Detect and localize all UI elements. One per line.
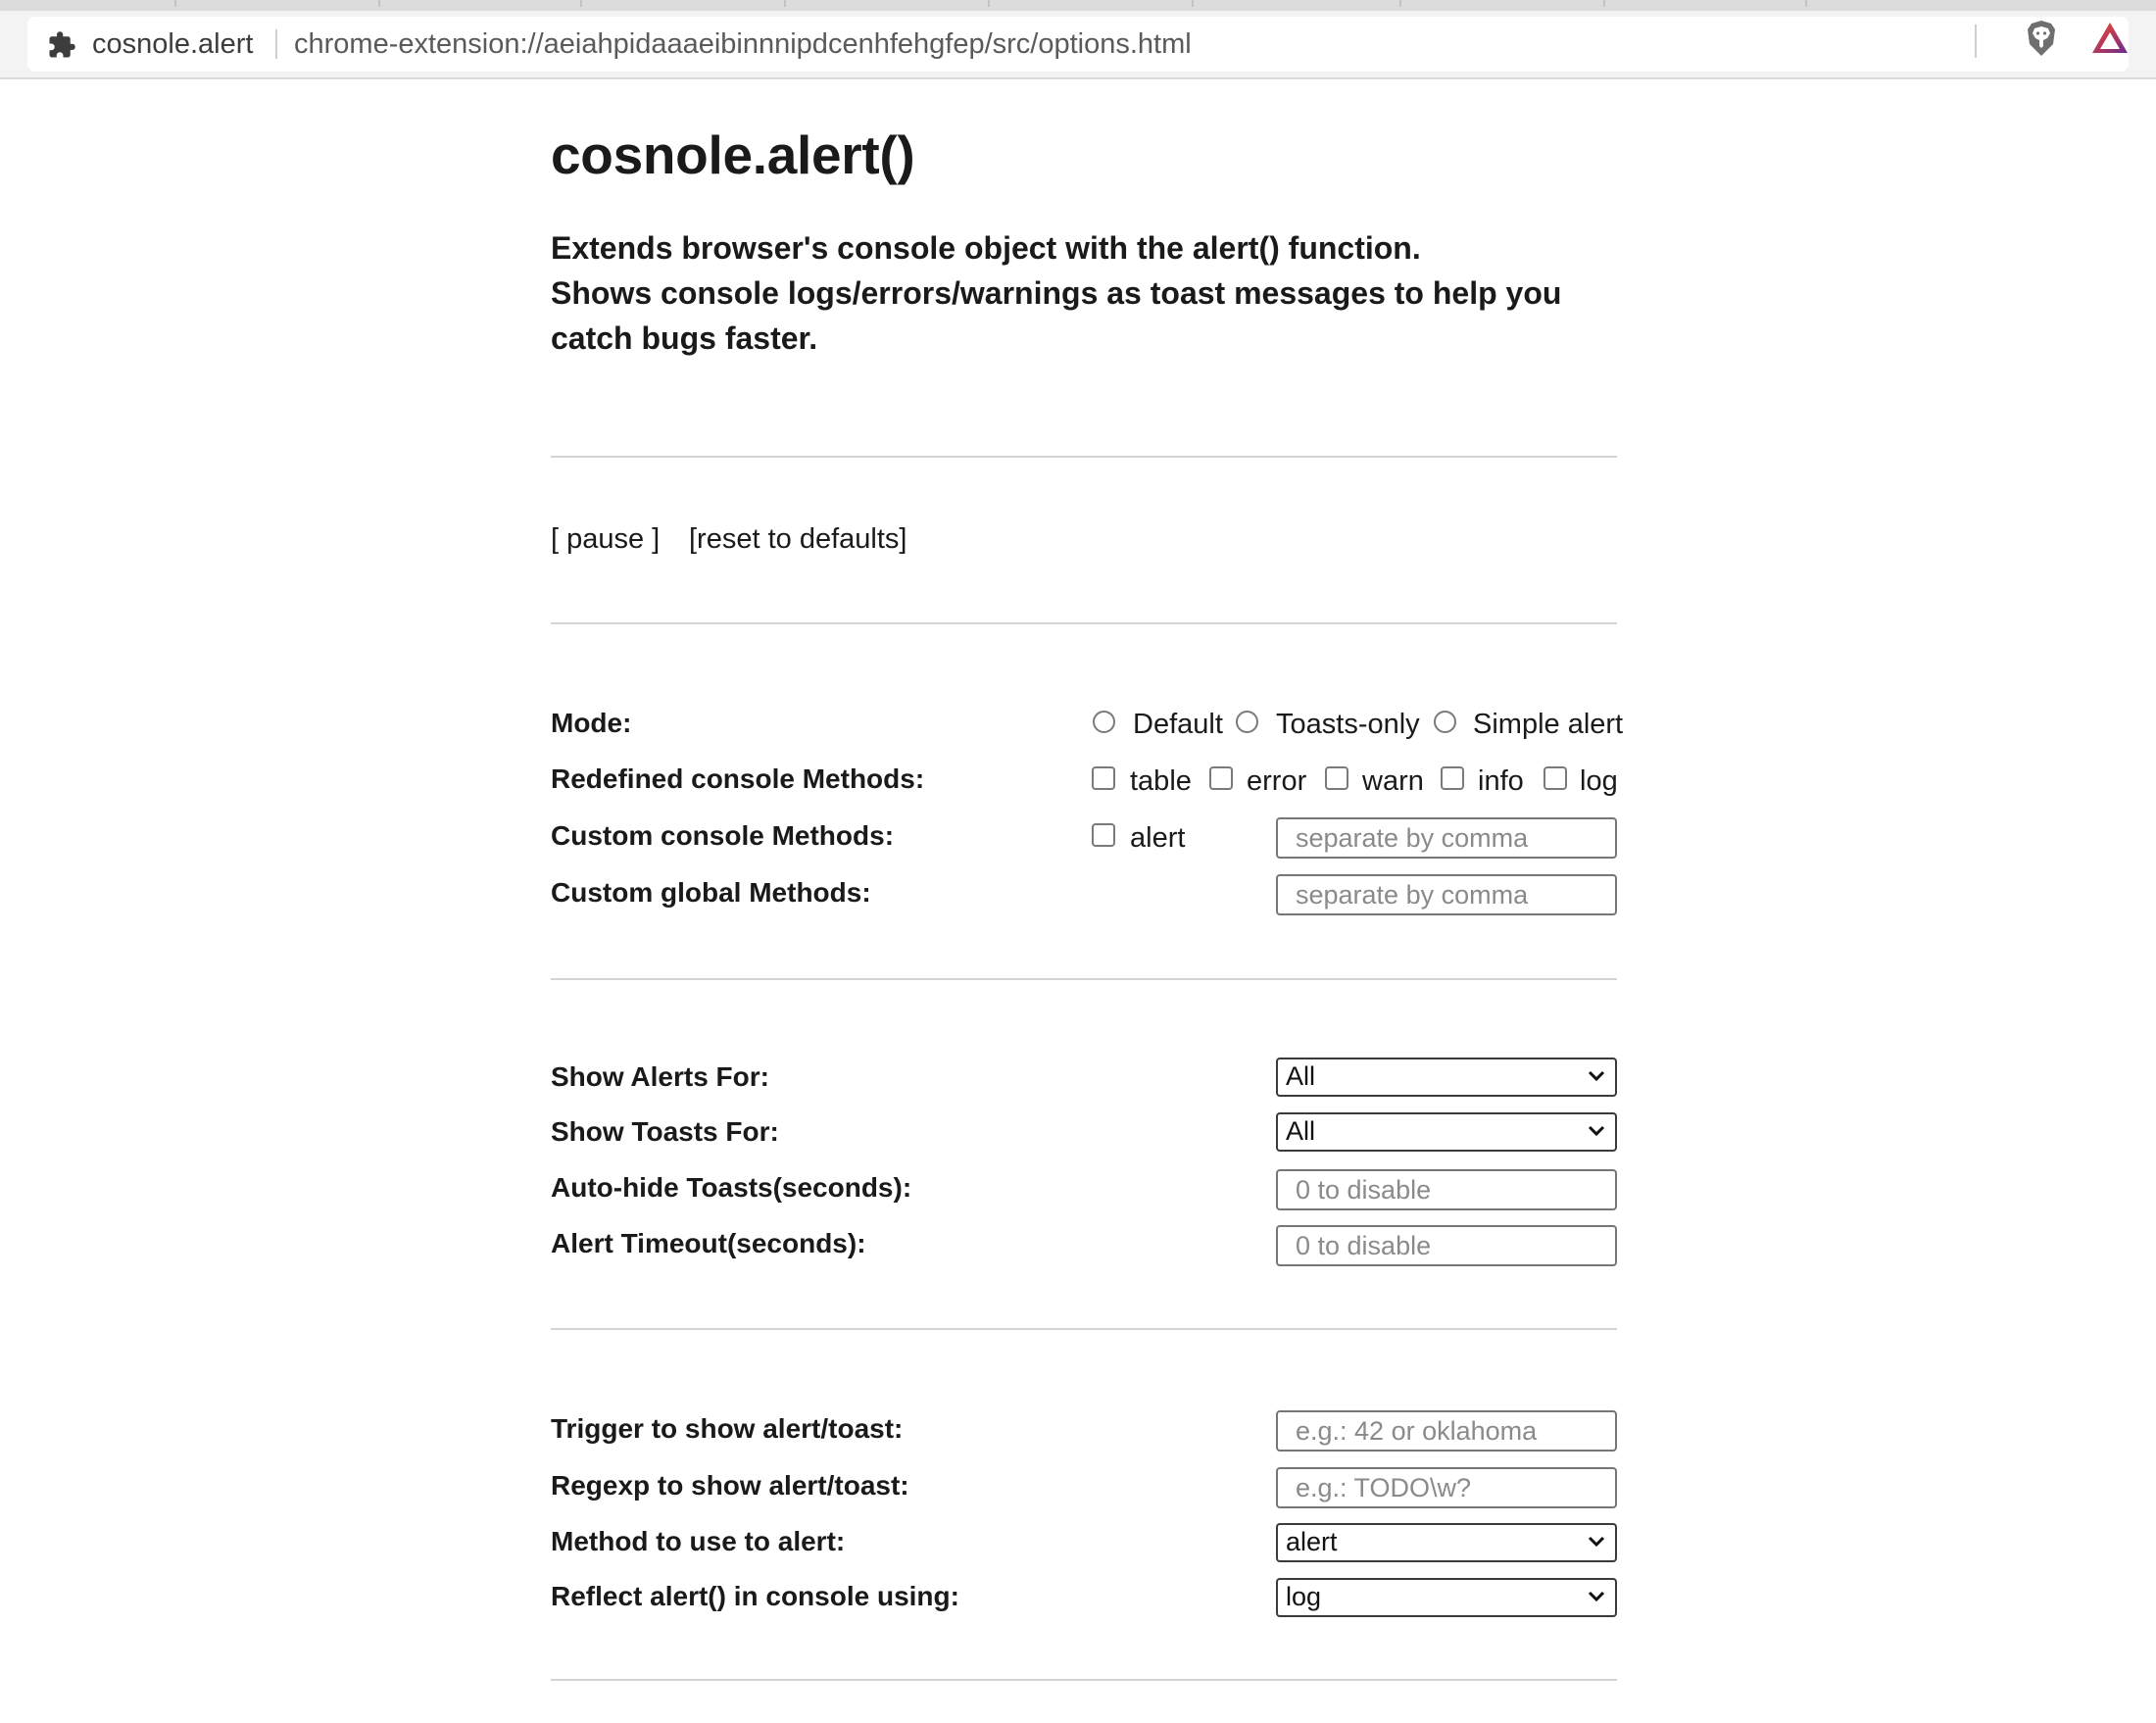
option-error: error (1247, 765, 1307, 797)
trigger-input[interactable] (1276, 1410, 1617, 1452)
show-alerts-for-label: Show Alerts For: (551, 1061, 769, 1092)
browser-toolbar: cosnole.alert chrome-extension://aeiahpi… (0, 11, 2156, 79)
method-to-alert-value: alert (1286, 1527, 1338, 1556)
checkbox-warn[interactable] (1325, 766, 1348, 790)
checkbox-alert[interactable] (1092, 823, 1115, 847)
option-table: table (1130, 765, 1192, 797)
chevron-down-icon (1588, 1536, 1605, 1548)
puzzle-piece-icon[interactable] (47, 30, 76, 60)
reflect-alert-label: Reflect alert() in console using: (551, 1581, 959, 1611)
mode-label: Mode: (551, 708, 632, 738)
checkbox-error[interactable] (1209, 766, 1233, 790)
mode-option-simple-alert: Simple alert (1473, 709, 1624, 740)
mode-radio-toasts-only[interactable] (1236, 711, 1258, 733)
method-to-alert-select[interactable]: alert (1276, 1523, 1617, 1562)
alert-timeout-label: Alert Timeout(seconds): (551, 1228, 866, 1258)
regexp-label: Regexp to show alert/toast: (551, 1470, 909, 1501)
trigger-label: Trigger to show alert/toast: (551, 1413, 904, 1444)
custom-global-methods-input[interactable] (1276, 874, 1617, 915)
address-bar[interactable]: cosnole.alert chrome-extension://aeiahpi… (27, 17, 2129, 72)
reset-defaults-button[interactable]: [reset to defaults] (689, 523, 906, 556)
url-text[interactable]: chrome-extension://aeiahpidaaaeibinnnipd… (294, 28, 1192, 61)
description-line: Shows console logs/errors/warnings as to… (551, 275, 1562, 311)
show-toasts-for-label: Show Toasts For: (551, 1116, 779, 1147)
auto-hide-toasts-label: Auto-hide Toasts(seconds): (551, 1172, 912, 1203)
tab-separator (580, 0, 582, 7)
mode-radio-default[interactable] (1093, 711, 1115, 733)
custom-console-methods-label: Custom console Methods: (551, 820, 895, 851)
chevron-down-icon (1588, 1070, 1605, 1082)
tab-separator (988, 0, 990, 7)
page-description: Extends browser's console object with th… (551, 225, 1617, 361)
section-divider (551, 622, 1617, 624)
option-warn: warn (1362, 765, 1424, 797)
description-line: Extends browser's console object with th… (551, 230, 1421, 266)
checkbox-log[interactable] (1544, 766, 1567, 790)
description-line: catch bugs faster. (551, 320, 818, 356)
show-toasts-for-value: All (1286, 1116, 1316, 1146)
tab-separator (1192, 0, 1194, 7)
pause-button[interactable]: [ pause ] (551, 523, 660, 556)
chevron-down-icon (1588, 1125, 1605, 1137)
chevron-down-icon (1588, 1591, 1605, 1602)
section-divider (551, 1328, 1617, 1330)
show-alerts-for-select[interactable]: All (1276, 1058, 1617, 1097)
option-log: log (1580, 765, 1618, 797)
redefined-methods-label: Redefined console Methods: (551, 763, 925, 794)
auto-hide-toasts-input[interactable] (1276, 1169, 1617, 1210)
site-name: cosnole.alert (92, 28, 254, 60)
mode-radio-simple-alert[interactable] (1434, 711, 1456, 733)
option-info: info (1478, 765, 1524, 797)
show-alerts-for-value: All (1286, 1061, 1316, 1091)
section-divider (551, 456, 1617, 458)
checkbox-table[interactable] (1092, 766, 1115, 790)
page-title: cosnole.alert() (551, 124, 915, 185)
section-divider (551, 978, 1617, 980)
checkbox-info[interactable] (1441, 766, 1464, 790)
tab-separator (1805, 0, 1807, 7)
tab-separator (378, 0, 380, 7)
reflect-alert-select[interactable]: log (1276, 1578, 1617, 1617)
section-divider (551, 1679, 1617, 1681)
custom-console-methods-input[interactable] (1276, 817, 1617, 859)
regexp-input[interactable] (1276, 1467, 1617, 1508)
tab-separator (784, 0, 786, 7)
method-to-alert-label: Method to use to alert: (551, 1526, 846, 1556)
toolbar-divider (1975, 25, 1977, 58)
show-toasts-for-select[interactable]: All (1276, 1112, 1617, 1152)
tab-strip (0, 0, 2156, 11)
mode-option-default: Default (1133, 709, 1223, 740)
brave-rewards-triangle-icon[interactable] (2090, 21, 2130, 56)
reflect-alert-value: log (1286, 1582, 1322, 1611)
custom-global-methods-label: Custom global Methods: (551, 877, 871, 908)
mode-option-toasts-only: Toasts-only (1276, 709, 1420, 740)
brave-lion-shield-icon[interactable] (2025, 19, 2058, 58)
tab-separator (1399, 0, 1401, 7)
tab-separator (174, 0, 176, 7)
tab-separator (1603, 0, 1605, 7)
option-alert: alert (1130, 822, 1186, 854)
address-divider (275, 29, 277, 59)
alert-timeout-input[interactable] (1276, 1225, 1617, 1266)
